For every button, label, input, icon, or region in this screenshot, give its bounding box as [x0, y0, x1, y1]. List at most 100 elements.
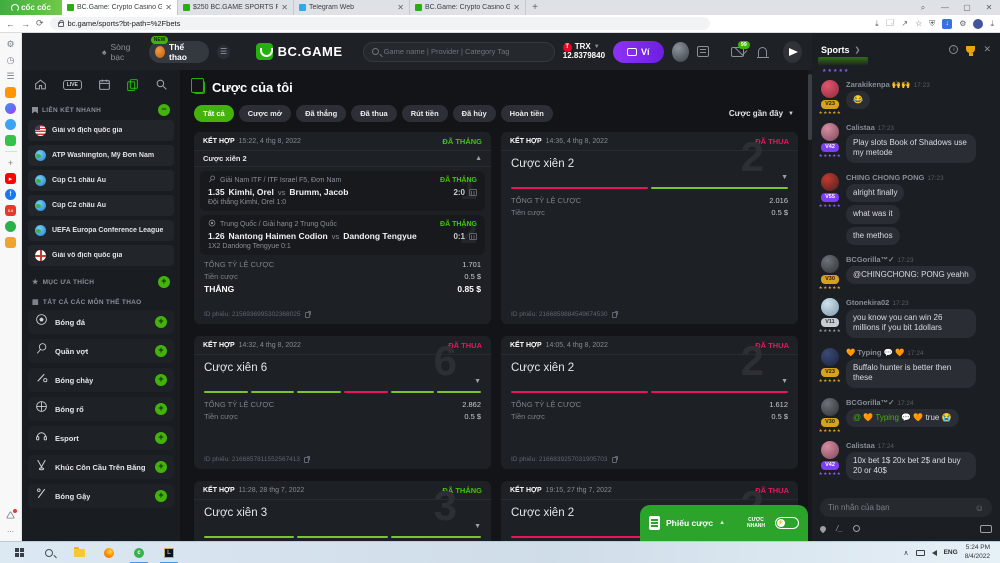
games-icon[interactable] [5, 135, 16, 146]
chat-message[interactable]: V23★★★★★ Zarakikenpa 🙌🙌17:23 😂 [820, 80, 992, 116]
avatar[interactable] [821, 255, 839, 273]
expand-sport-button[interactable]: + [155, 403, 167, 415]
bet-card[interactable]: KẾT HỢP 11:28, 28 thg 7, 2022 ĐÃ THẮNG 3… [194, 481, 491, 541]
history-clock-icon[interactable]: ◷ [5, 55, 16, 66]
avatar[interactable] [821, 348, 839, 366]
chat-username[interactable]: Calistaa [846, 123, 875, 132]
tab-bcgame-1[interactable]: BC.Game: Crypto Casino Gan✕ [62, 0, 178, 15]
close-chat-icon[interactable]: ✕ [983, 44, 991, 55]
wallet-button[interactable]: Ví [613, 41, 664, 63]
tab-telegram[interactable]: Telegram Web✕ [294, 0, 410, 15]
add-favorite-button[interactable]: + [158, 276, 170, 288]
clock[interactable]: 5:24 PM8/4/2022 [965, 544, 990, 561]
chevron-down-icon[interactable]: ▼ [781, 174, 788, 181]
sidebar-item-tennis[interactable]: Quần vợt + [28, 339, 174, 363]
back-icon[interactable]: ← [6, 19, 15, 29]
shield-icon[interactable]: ⛨ [929, 19, 935, 29]
gif-keyboard-icon[interactable] [980, 525, 992, 533]
expand-sport-button[interactable]: + [155, 374, 167, 386]
filter-lost[interactable]: Đã thua [351, 105, 397, 122]
chat-message[interactable]: V30★★★★★ BCGorilla™✓17:23 @CHINGCHONG: P… [820, 255, 992, 291]
reading-list-icon[interactable]: ☰ [5, 71, 16, 82]
add-shortcut-icon[interactable]: + [5, 157, 16, 168]
mention[interactable]: @ 🧡 Typing 💬 🧡 [853, 413, 923, 422]
chat-message[interactable]: V30★★★★★ BCGorilla™✓17:24 @ 🧡 Typing 💬 🧡… [820, 398, 992, 434]
chat-message[interactable]: V55★★★★★ CHING CHONG PONG17:23 alright f… [820, 173, 992, 248]
copy-icon[interactable] [304, 457, 309, 463]
tab-bcgame-2[interactable]: BC.Game: Crypto Casino Gan✕ [410, 0, 526, 15]
expand-sport-button[interactable]: + [155, 490, 167, 502]
user-avatar[interactable] [672, 42, 689, 62]
downloads-icon[interactable]: ⤓ [990, 19, 994, 29]
copy-icon[interactable] [305, 312, 310, 318]
browser-profile-icon[interactable] [973, 19, 983, 29]
sidebar-item-esport[interactable]: Esport + [28, 426, 174, 450]
my-bets-icon[interactable] [126, 78, 139, 91]
avatar[interactable] [821, 298, 839, 316]
bcgame-logo[interactable]: BC.GAME [256, 43, 343, 60]
volume-icon[interactable] [932, 550, 937, 556]
bell-icon[interactable] [758, 47, 767, 57]
chat-rules-icon[interactable]: /_ [836, 524, 843, 533]
currency-selector[interactable]: TTRX▼ 12.8379840 [563, 43, 605, 61]
collapse-quick-links-button[interactable]: − [158, 104, 170, 116]
bet-card[interactable]: KẾT HỢP 14:05, 4 thg 8, 2022 ĐÃ THUA 2 C… [501, 336, 798, 469]
sidebar-item-league[interactable]: Giải vô địch quốc gia [28, 245, 174, 266]
url-box[interactable]: bc.game/sports?bt-path=%2Fbets [50, 17, 710, 30]
chat-message[interactable]: V11★★★★★ Gtonekira0217:23 you know you c… [820, 298, 992, 341]
facebook-icon[interactable]: f [5, 189, 16, 200]
sidebar-item-league[interactable]: Cúp C2 châu Âu [28, 195, 174, 216]
close-tab-icon[interactable]: ✕ [281, 3, 288, 12]
filter-cashout[interactable]: Rút tiền [402, 105, 448, 122]
game-search[interactable] [363, 42, 555, 62]
copy-icon[interactable] [612, 312, 617, 318]
translate-icon[interactable]: 🗔 [886, 17, 895, 31]
crown-icon[interactable] [5, 87, 16, 98]
expand-sport-button[interactable]: + [155, 461, 167, 473]
sidebar-item-baseball[interactable]: Bóng chày + [28, 368, 174, 392]
sidebar-item-football[interactable]: Bóng đá + [28, 310, 174, 334]
chat-username[interactable]: Zarakikenpa 🙌🙌 [846, 80, 911, 89]
stats-icon[interactable] [469, 233, 477, 240]
chevron-down-icon[interactable]: ▼ [474, 378, 481, 385]
chat-input[interactable] [828, 503, 975, 512]
mail-icon[interactable]: 99 [731, 47, 743, 57]
emoji-icon[interactable]: ☺ [975, 503, 984, 513]
rain-icon[interactable] [819, 524, 827, 532]
close-tab-icon[interactable]: ✕ [513, 3, 520, 12]
save-page-icon[interactable]: ⤓ [875, 19, 879, 29]
live-icon[interactable]: LIVE [63, 80, 82, 90]
sports-nav-item[interactable]: NEW Thể thao [149, 41, 210, 63]
network-icon[interactable] [916, 550, 925, 556]
filter-won[interactable]: Đã thắng [296, 105, 346, 122]
chat-username[interactable]: Gtonekira02 [846, 298, 889, 307]
taskbar-search[interactable] [34, 542, 64, 563]
sort-dropdown[interactable]: Cược gần đây▼ [729, 109, 798, 118]
nav-collapse-icon[interactable]: ☰ [217, 45, 229, 59]
transactions-icon[interactable] [697, 46, 709, 57]
close-tab-icon[interactable]: ✕ [165, 3, 172, 12]
calendar-icon[interactable] [98, 78, 111, 91]
tab-sports-parlay[interactable]: $250 BC.GAME SPORTS PARL✕ [178, 0, 294, 15]
tab-search-icon[interactable]: ⌕ [912, 3, 934, 13]
sidebar-item-league[interactable]: Cúp C1 châu Âu [28, 170, 174, 191]
chat-room-tab[interactable]: Sports [821, 45, 850, 55]
window-close-button[interactable]: ✕ [978, 3, 1000, 12]
chevron-right-icon[interactable]: ❯ [855, 46, 861, 54]
chat-username[interactable]: BCGorilla™✓ [846, 398, 894, 407]
avatar[interactable] [821, 398, 839, 416]
chat-app-icon[interactable] [5, 221, 16, 232]
bet-card[interactable]: KẾT HỢP 14:36, 4 thg 8, 2022 ĐÃ THUA 2 C… [501, 132, 798, 324]
chevron-down-icon[interactable]: ▼ [474, 523, 481, 530]
home-icon[interactable] [34, 78, 47, 91]
share-icon[interactable]: ↗ [901, 19, 908, 28]
bet-leg[interactable]: 2 Trung Quốc / Giải hạng 2 Trung Quốc ĐÃ… [200, 215, 485, 255]
twitter-icon[interactable] [5, 119, 16, 130]
expand-sport-button[interactable]: + [155, 316, 167, 328]
chat-message[interactable]: V23★★★★★ 🧡 Typing 💬 🧡17:24 Buffalo hunte… [820, 348, 992, 391]
firefox-button[interactable] [94, 542, 124, 563]
casino-nav-item[interactable]: ♠Sòng bạc [102, 42, 141, 62]
trophy-icon[interactable] [966, 46, 975, 53]
chat-username[interactable]: CHING CHONG PONG [846, 173, 924, 182]
coc-coc-button[interactable]: c [124, 542, 154, 563]
